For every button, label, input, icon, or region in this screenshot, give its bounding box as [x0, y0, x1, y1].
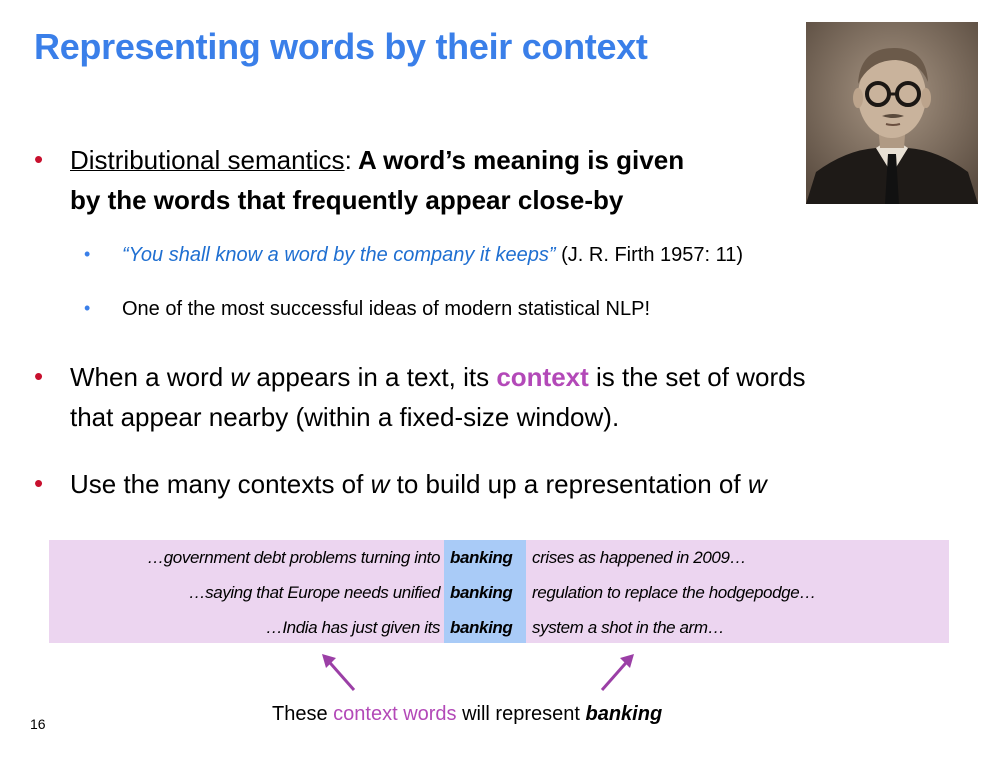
page-number: 16 — [30, 716, 46, 732]
caption: These context words will represent banki… — [272, 703, 662, 726]
arrow-up-right-icon — [600, 654, 634, 691]
bullet2-post: is the set of words — [588, 362, 806, 392]
kwic-right-context: system a shot in the arm… — [532, 618, 725, 637]
kwic-keyword: banking — [450, 618, 513, 637]
bullet-dot: • — [34, 144, 44, 174]
kwic-right-context: crises as happened in 2009… — [532, 548, 747, 567]
bullet2-mid: appears in a text, its — [249, 362, 497, 392]
sub2-text: One of the most successful ideas of mode… — [122, 298, 651, 320]
variable-w: w — [230, 362, 250, 392]
context-highlight: context — [496, 362, 589, 392]
caption-pre: These — [272, 703, 334, 725]
sub-bullet-dot: • — [84, 298, 91, 318]
arrow-up-left-icon — [322, 654, 356, 691]
kwic-keyword: banking — [450, 548, 513, 567]
kwic-left-context: …government debt problems turning into — [147, 548, 440, 567]
bullet3-line: Use the many contexts of w to build up a… — [70, 464, 767, 504]
slide-title: Representing words by their context — [34, 26, 648, 67]
kwic-left-context: …saying that Europe needs unified — [188, 583, 441, 602]
caption-context-words: context words — [333, 703, 457, 725]
variable-w: w — [747, 469, 767, 499]
firth-citation: (J. R. Firth 1957: 11) — [555, 244, 744, 266]
kwic-right-context: regulation to replace the hodgepodge… — [532, 583, 816, 602]
bullet3-mid: to build up a representation of — [389, 469, 748, 499]
bullet-dot: • — [34, 468, 44, 498]
variable-w: w — [370, 469, 390, 499]
bullet2-line1: When a word w appears in a text, its con… — [70, 357, 806, 397]
bullet1-bold-a: A word’s meaning is given — [351, 145, 685, 175]
caption-target: banking — [585, 703, 663, 725]
sub1-text: “You shall know a word by the company it… — [122, 244, 743, 267]
kwic-keyword: banking — [450, 583, 513, 602]
bullet-dot: • — [34, 361, 44, 391]
bullet3-pre: Use the many contexts of — [70, 469, 371, 499]
bullet1-line1: Distributional semantics: A word’s meani… — [70, 140, 684, 180]
term-link: Distributional semantics — [70, 145, 345, 175]
bullet1-line2: by the words that frequently appear clos… — [70, 185, 624, 215]
sub-bullet-dot: • — [84, 244, 91, 264]
caption-mid: will represent — [456, 703, 586, 725]
bullet2-line2: that appear nearby (within a fixed-size … — [70, 402, 620, 432]
bullet2-pre: When a word — [70, 362, 231, 392]
firth-quote: “You shall know a word by the company it… — [122, 244, 556, 266]
colon: : — [344, 145, 352, 175]
portrait-photo — [806, 22, 978, 204]
kwic-left-context: …India has just given its — [265, 618, 441, 637]
